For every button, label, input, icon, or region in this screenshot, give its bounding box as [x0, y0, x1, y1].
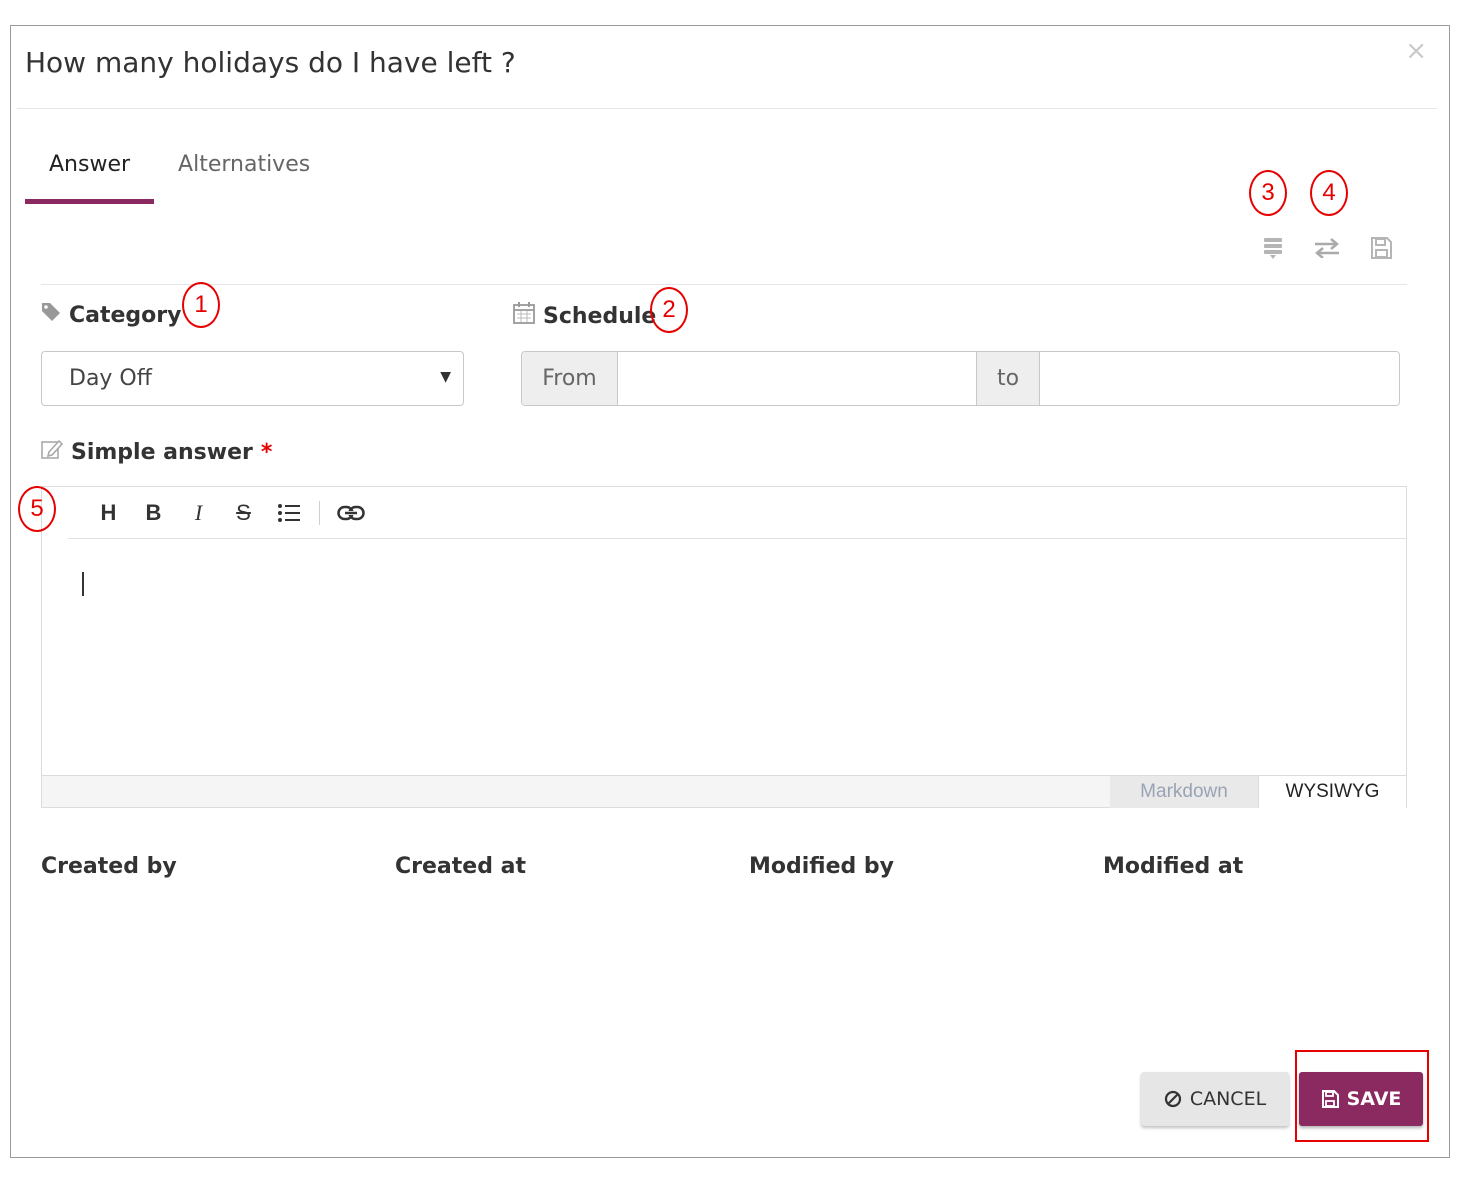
section-divider — [41, 284, 1407, 285]
required-mark: * — [260, 439, 273, 465]
markdown-editor: H B I S Markdown WYSIWYG — [41, 486, 1407, 808]
link-button[interactable] — [328, 493, 373, 533]
schedule-to-input[interactable] — [1040, 352, 1399, 405]
bold-button[interactable]: B — [131, 493, 176, 533]
save-highlight-box — [1295, 1050, 1429, 1142]
toolbar-separator — [319, 500, 320, 525]
editor-toolbar: H B I S — [68, 487, 1406, 539]
created-at-label: Created at — [395, 854, 526, 879]
category-label: Category — [41, 302, 181, 328]
modified-at-label: Modified at — [1103, 854, 1244, 879]
caret-down-icon: ▼ — [440, 369, 451, 385]
annotation-2: 2 — [650, 287, 688, 333]
created-by-label: Created by — [41, 854, 177, 879]
markdown-mode-tab[interactable]: Markdown — [1110, 776, 1258, 808]
calendar-icon — [513, 302, 535, 330]
schedule-range: From to — [521, 351, 1400, 406]
edit-answer-dialog: How many holidays do I have left ? × Ans… — [10, 25, 1450, 1158]
modified-by-label: Modified by — [749, 854, 895, 879]
annotation-3: 3 — [1249, 170, 1287, 216]
answer-toolbar — [1259, 234, 1395, 262]
heading-button[interactable]: H — [86, 493, 131, 533]
schedule-from-input[interactable] — [618, 352, 976, 405]
tag-icon — [41, 302, 61, 328]
simple-answer-label-text: Simple answer — [71, 439, 253, 465]
schedule-label-text: Schedule — [543, 303, 657, 329]
header-divider — [17, 108, 1437, 109]
tab-answer[interactable]: Answer — [25, 152, 155, 204]
stack-icon[interactable] — [1259, 234, 1287, 262]
edit-icon — [41, 438, 64, 466]
floppy-save-icon[interactable] — [1367, 234, 1395, 262]
bullet-list-icon — [277, 503, 300, 522]
cancel-button[interactable]: CANCEL — [1141, 1072, 1289, 1126]
schedule-label: Schedule — [513, 302, 656, 330]
simple-answer-label: Simple answer * — [41, 438, 272, 466]
link-icon — [336, 505, 365, 520]
bullet-list-button[interactable] — [266, 493, 311, 533]
annotation-5: 5 — [18, 486, 56, 532]
tab-alternatives[interactable]: Alternatives — [154, 152, 334, 204]
category-selected-value: Day Off — [69, 366, 152, 391]
annotation-1: 1 — [182, 282, 220, 328]
strikethrough-button[interactable]: S — [221, 493, 266, 533]
swap-arrows-icon[interactable] — [1313, 234, 1341, 262]
wysiwyg-mode-tab[interactable]: WYSIWYG — [1258, 776, 1406, 808]
dialog-title: How many holidays do I have left ? — [25, 46, 516, 79]
italic-button[interactable]: I — [176, 493, 221, 533]
from-addon: From — [522, 352, 618, 405]
category-select[interactable]: Day Off ▼ — [41, 351, 464, 406]
cancel-label: CANCEL — [1189, 1088, 1267, 1110]
close-icon[interactable]: × — [1405, 36, 1427, 66]
to-addon: to — [976, 352, 1040, 405]
text-caret — [82, 572, 84, 596]
editor-mode-switch: Markdown WYSIWYG — [42, 775, 1406, 808]
ban-icon — [1164, 1090, 1181, 1108]
tab-bar: Answer Alternatives — [25, 152, 334, 204]
category-label-text: Category — [69, 302, 182, 328]
editor-text-area[interactable] — [42, 540, 1406, 775]
annotation-4: 4 — [1310, 170, 1348, 216]
